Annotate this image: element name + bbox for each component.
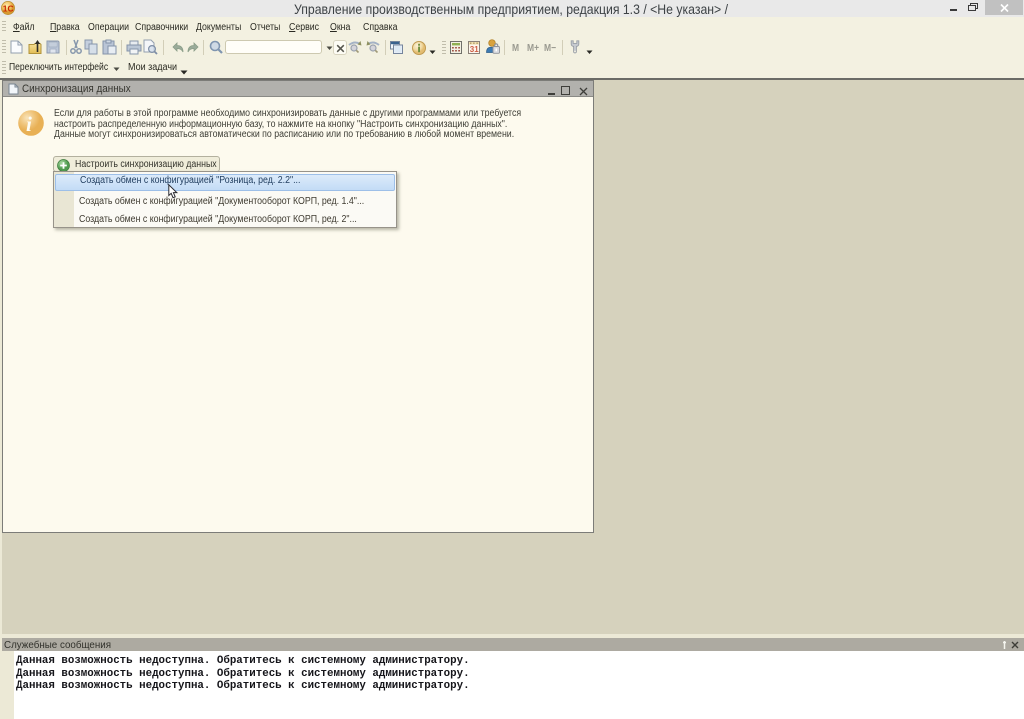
svg-text:1С: 1С — [3, 4, 14, 14]
svg-text:31: 31 — [470, 45, 479, 54]
svg-text:i: i — [26, 112, 32, 136]
